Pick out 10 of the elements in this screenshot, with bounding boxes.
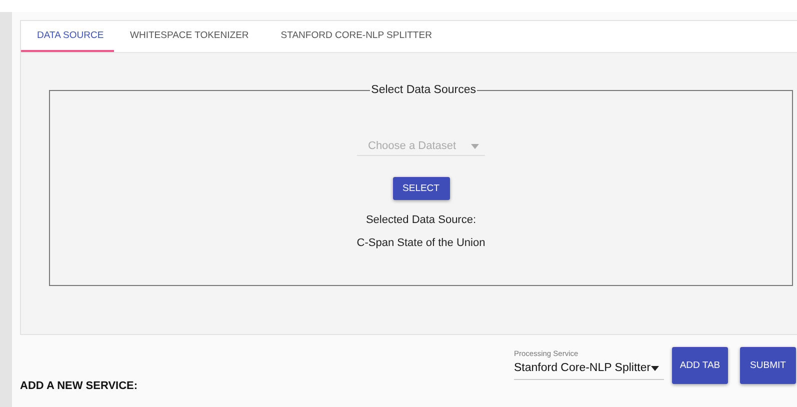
- select-button[interactable]: SELECT: [392, 177, 450, 200]
- selected-label: Selected Data Source:: [366, 214, 476, 226]
- section-heading: ADD A NEW SERVICE:: [20, 380, 139, 392]
- tab[interactable]: WHITESPACE TOKENIZER: [114, 21, 265, 52]
- submit-button[interactable]: SUBMIT: [740, 347, 796, 384]
- tab[interactable]: STANFORD CORE-NLP SPLITTER: [264, 21, 448, 52]
- tab[interactable]: DATA SOURCE: [21, 21, 114, 52]
- add-tab-button[interactable]: ADD TAB: [672, 347, 728, 384]
- group-title: Select Data Sources: [370, 84, 477, 96]
- selected-value: C-Span State of the Union: [356, 237, 486, 249]
